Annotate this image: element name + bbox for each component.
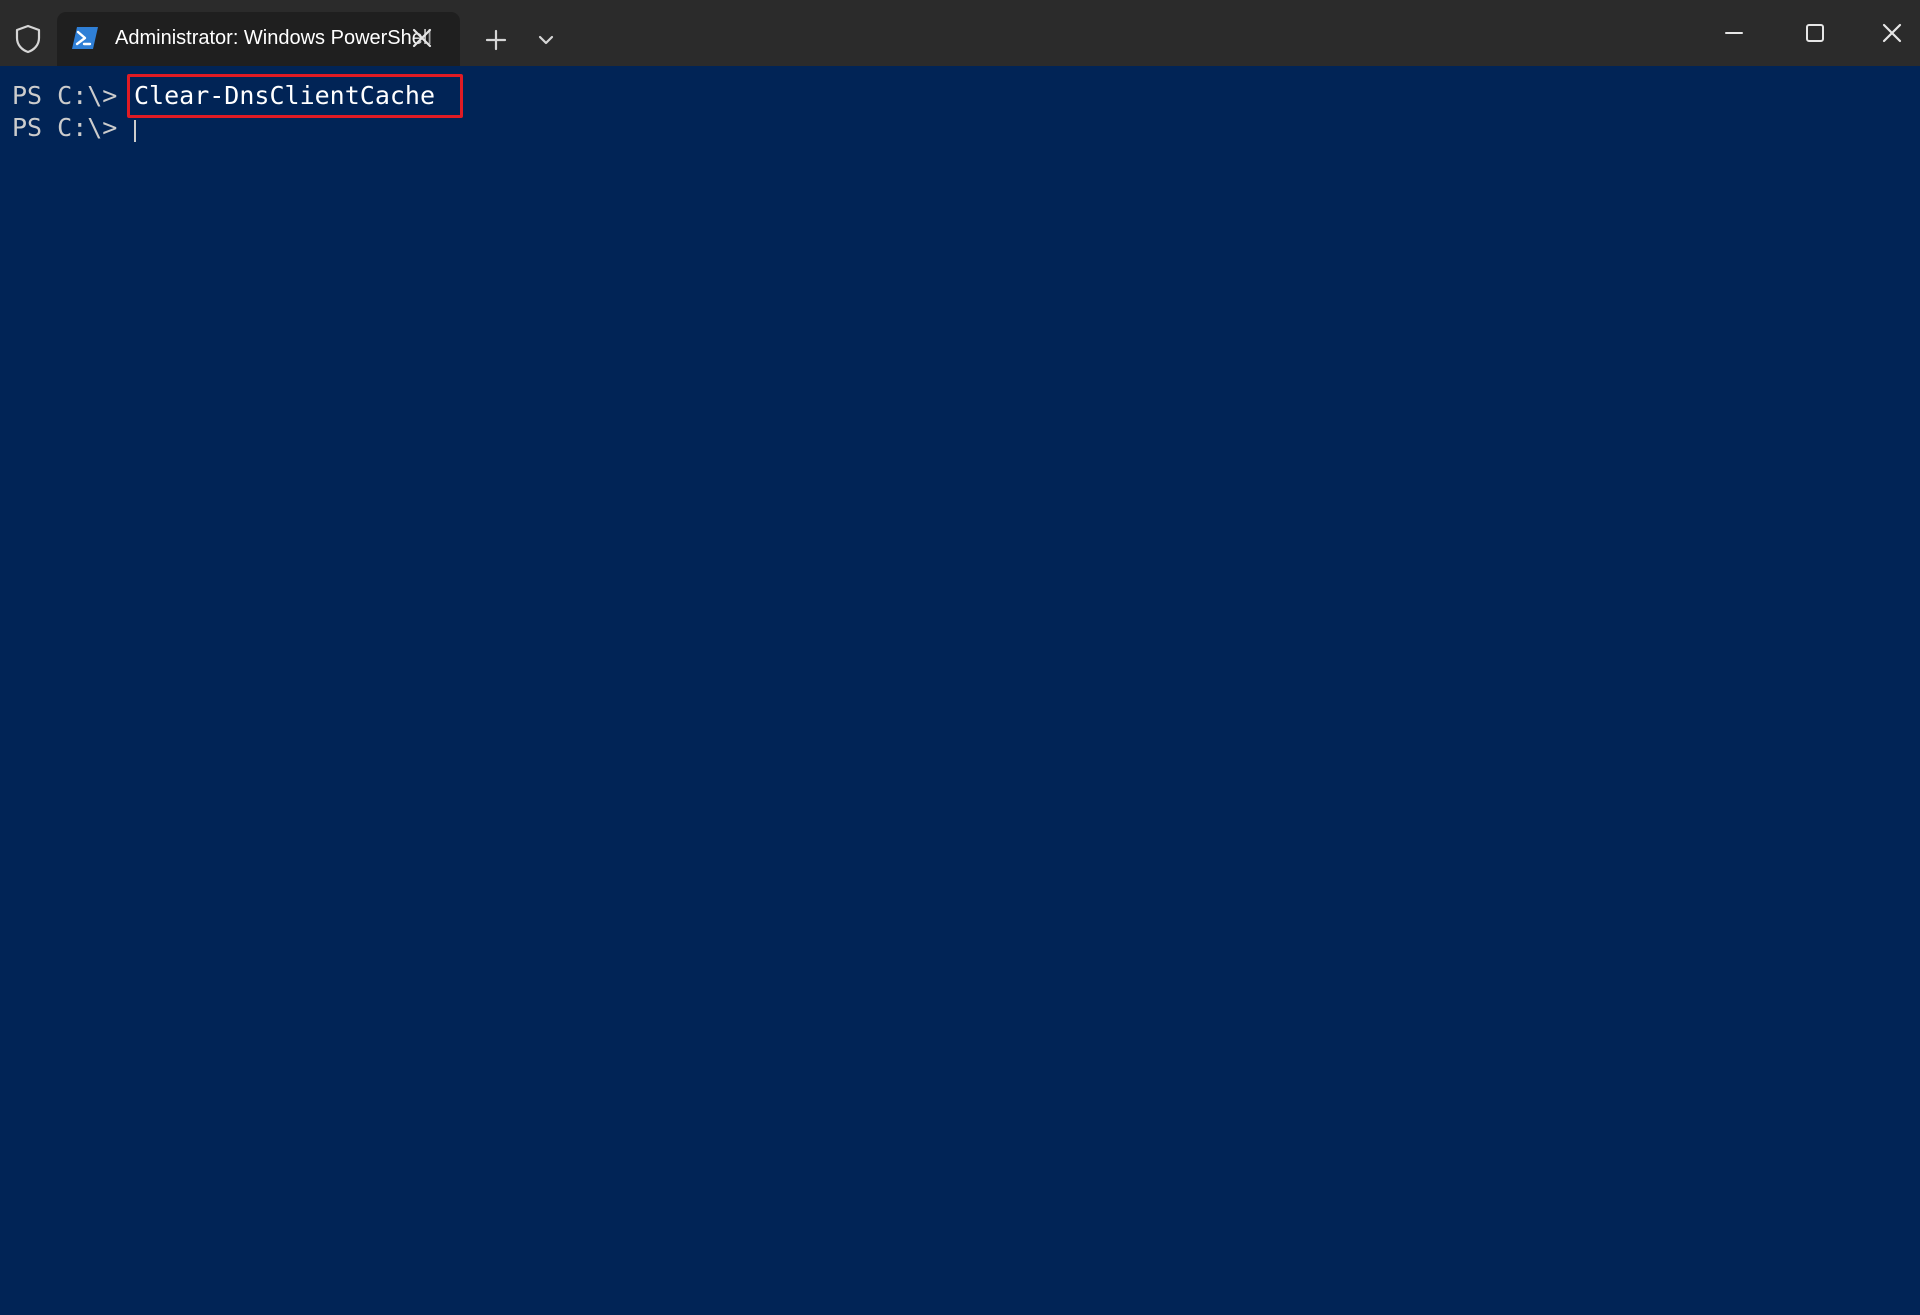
minimize-icon bbox=[1725, 32, 1743, 34]
plus-icon bbox=[485, 29, 507, 51]
new-tab-button[interactable] bbox=[480, 24, 512, 56]
tab-title: Administrator: Windows PowerShell bbox=[115, 27, 432, 49]
powershell-window: Administrator: Windows PowerShell PS C:\… bbox=[0, 0, 1920, 1315]
prompt: PS C:\> bbox=[12, 81, 133, 110]
prompt: PS C:\> bbox=[12, 113, 133, 142]
tab-powershell[interactable]: Administrator: Windows PowerShell bbox=[57, 12, 460, 66]
shield-icon bbox=[14, 24, 42, 54]
close-icon bbox=[1882, 23, 1902, 43]
text-cursor bbox=[134, 120, 136, 142]
tab-dropdown-button[interactable] bbox=[532, 28, 560, 52]
maximize-button[interactable] bbox=[1792, 14, 1836, 52]
chevron-down-icon bbox=[538, 35, 554, 45]
minimize-button[interactable] bbox=[1712, 14, 1756, 52]
powershell-icon bbox=[71, 26, 99, 50]
console-area[interactable]: PS C:\> Clear-DnsClientCache PS C:\> bbox=[0, 66, 1920, 1315]
close-icon[interactable] bbox=[409, 25, 435, 51]
title-bar[interactable]: Administrator: Windows PowerShell bbox=[0, 0, 1920, 66]
close-button[interactable] bbox=[1870, 14, 1914, 52]
maximize-icon bbox=[1806, 24, 1824, 42]
command-highlight-box bbox=[127, 74, 463, 118]
